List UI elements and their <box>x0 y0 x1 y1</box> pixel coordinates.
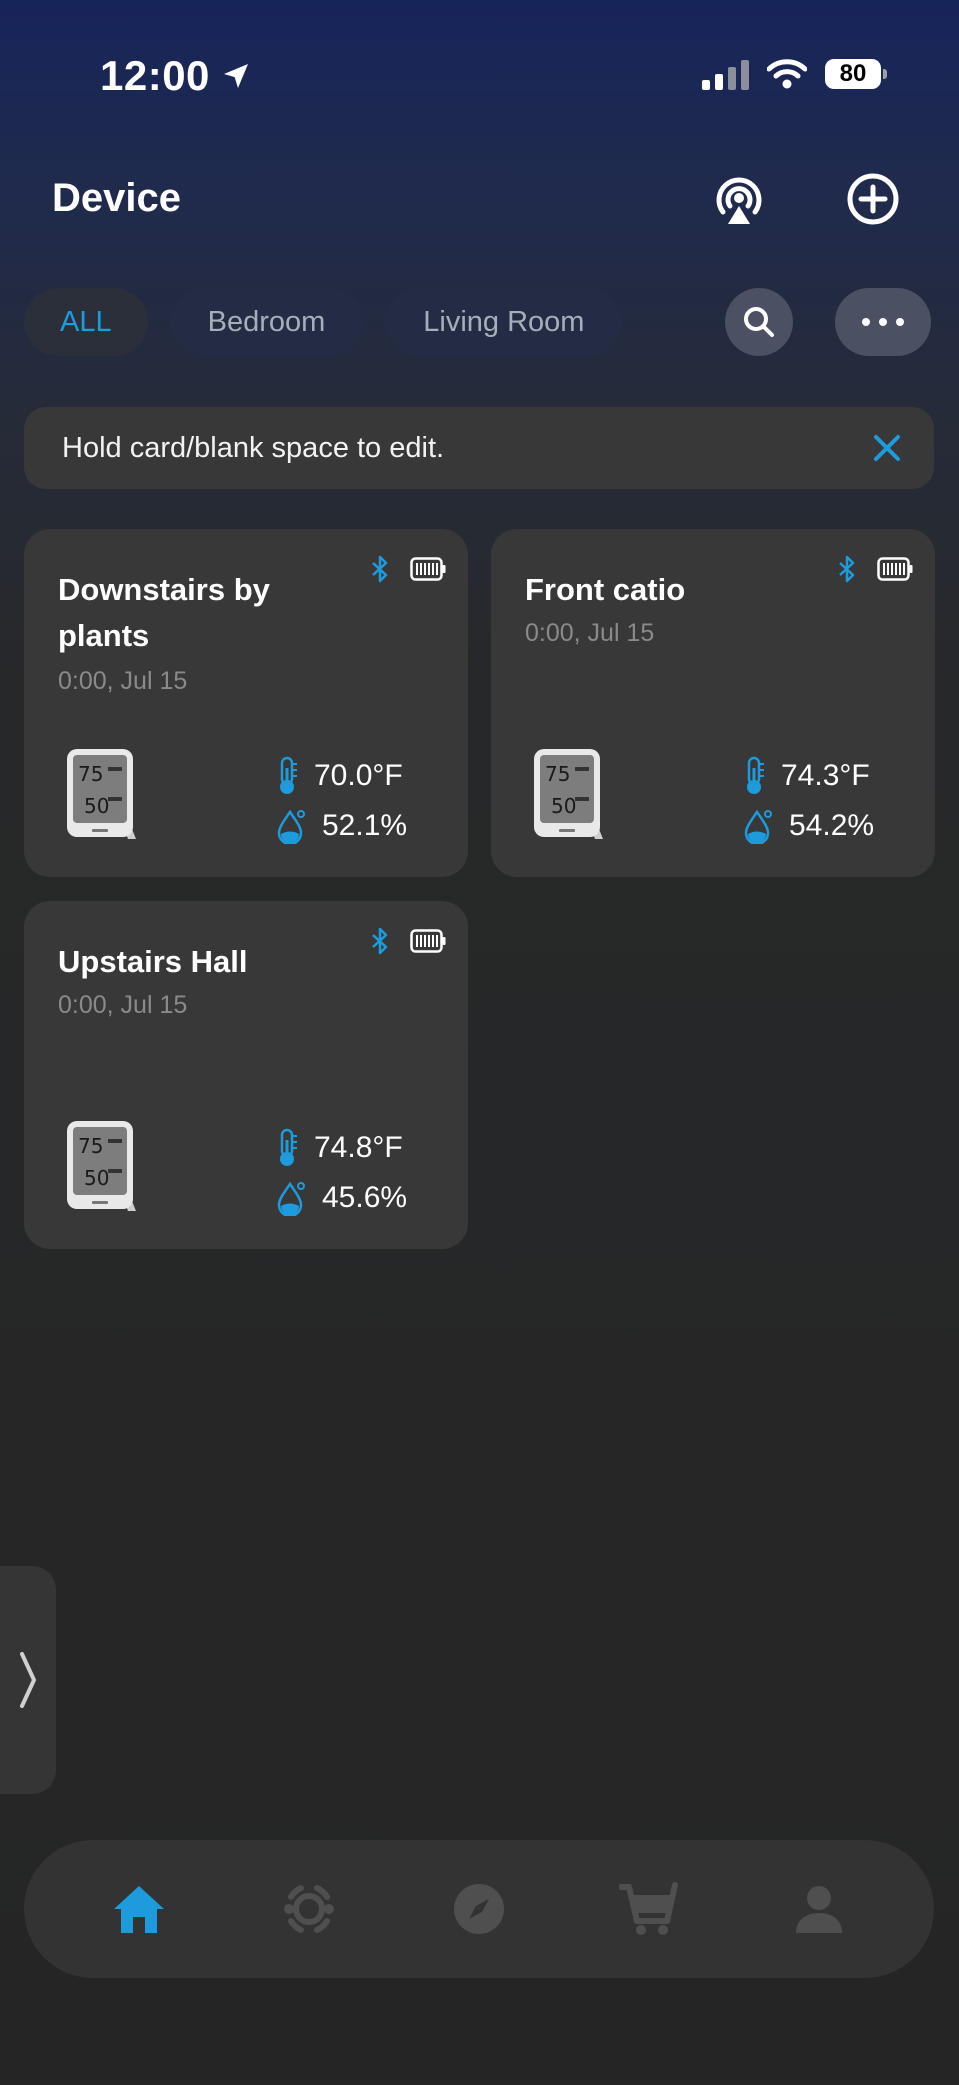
device-timestamp: 0:00, Jul 15 <box>58 991 188 1019</box>
thermometer-hygrometer-device-icon: 75 50 <box>534 749 603 839</box>
close-icon[interactable] <box>872 433 902 463</box>
temperature-value: 70.0°F <box>314 759 403 792</box>
device-card[interactable]: Front catio 0:00, Jul 15 75 50 74.3°F 54… <box>491 529 935 877</box>
status-time-text: 12:00 <box>100 52 210 99</box>
bluetooth-icon <box>839 555 855 583</box>
device-status-icons <box>370 927 446 955</box>
temperature-reading: 74.3°F <box>743 756 870 796</box>
cart-icon <box>619 1882 678 1935</box>
humidity-drop-icon <box>744 809 772 844</box>
nav-home[interactable] <box>99 1869 179 1949</box>
tab-living-room[interactable]: Living Room <box>385 288 623 356</box>
profile-icon <box>796 1886 842 1933</box>
battery-full-icon <box>410 557 446 581</box>
bottom-navigation <box>24 1840 934 1978</box>
broadcast-icon <box>716 177 762 224</box>
humidity-drop-icon <box>277 809 305 844</box>
thumb-display-top: 75 <box>78 762 103 786</box>
location-arrow-icon <box>223 64 248 88</box>
status-bar-indicators: 80 <box>702 58 887 90</box>
gateway-button[interactable] <box>708 168 770 230</box>
nav-shop[interactable] <box>609 1869 689 1949</box>
bluetooth-icon <box>372 927 388 955</box>
plus-circle-icon <box>847 173 899 225</box>
compass-icon <box>454 1884 504 1934</box>
battery-full-icon <box>877 557 913 581</box>
thumb-display-top: 75 <box>545 762 570 786</box>
humidity-value: 54.2% <box>789 809 875 842</box>
thumb-display-bottom: 50 <box>84 794 109 818</box>
battery-full-icon <box>410 929 446 953</box>
device-status-icons <box>370 555 446 583</box>
thermometer-icon <box>280 1128 297 1166</box>
tab-all[interactable]: ALL <box>24 288 148 356</box>
edit-hint-banner: Hold card/blank space to edit. <box>24 407 934 489</box>
page-title: Device <box>52 176 181 220</box>
status-bar-time: 12:00 <box>100 52 252 100</box>
device-timestamp: 0:00, Jul 15 <box>525 619 655 647</box>
tab-bedroom[interactable]: Bedroom <box>169 288 364 356</box>
temperature-value: 74.3°F <box>781 759 870 792</box>
device-name: Downstairs by plants <box>58 572 270 653</box>
thermometer-hygrometer-device-icon: 75 50 <box>67 749 136 839</box>
battery-level: 80 <box>839 60 867 87</box>
humidity-reading: 45.6% <box>276 1180 407 1216</box>
device-card[interactable]: Upstairs Hall 0:00, Jul 15 75 50 74.8°F … <box>24 901 468 1249</box>
nav-scenes[interactable] <box>269 1869 349 1949</box>
device-timestamp: 0:00, Jul 15 <box>58 667 188 695</box>
thermometer-icon <box>280 756 297 794</box>
thermometer-hygrometer-device-icon: 75 50 <box>67 1121 136 1211</box>
cellular-signal-icon <box>702 58 749 90</box>
thumb-display-bottom: 50 <box>84 1166 109 1190</box>
home-icon <box>114 1886 164 1933</box>
search-icon <box>744 307 774 337</box>
thermometer-icon <box>747 756 764 794</box>
hint-text: Hold card/blank space to edit. <box>62 431 445 464</box>
device-name: Front catio <box>525 572 686 607</box>
search-button[interactable] <box>725 288 793 356</box>
more-options-button[interactable] <box>835 288 931 356</box>
humidity-reading: 54.2% <box>743 808 874 844</box>
chevron-right-icon <box>20 1652 36 1708</box>
room-filter-tabs: ALL Bedroom Living Room <box>24 288 623 356</box>
device-name: Upstairs Hall <box>58 944 248 979</box>
scene-icon <box>284 1885 334 1933</box>
wifi-icon <box>767 59 807 89</box>
temperature-value: 74.8°F <box>314 1131 403 1164</box>
humidity-value: 45.6% <box>322 1181 408 1214</box>
nav-profile[interactable] <box>779 1869 859 1949</box>
battery-indicator: 80 <box>825 59 887 89</box>
bluetooth-icon <box>372 555 388 583</box>
nav-explore[interactable] <box>439 1869 519 1949</box>
humidity-value: 52.1% <box>322 809 408 842</box>
temperature-reading: 74.8°F <box>276 1128 403 1168</box>
add-device-button[interactable] <box>842 168 904 230</box>
humidity-drop-icon <box>277 1181 305 1216</box>
more-dots-icon <box>862 318 904 326</box>
thumb-display-top: 75 <box>78 1134 103 1158</box>
thumb-display-bottom: 50 <box>551 794 576 818</box>
device-status-icons <box>837 555 913 583</box>
side-drawer-handle[interactable] <box>0 1566 56 1794</box>
device-card[interactable]: Downstairs by plants 0:00, Jul 15 75 50 … <box>24 529 468 877</box>
humidity-reading: 52.1% <box>276 808 407 844</box>
temperature-reading: 70.0°F <box>276 756 403 796</box>
